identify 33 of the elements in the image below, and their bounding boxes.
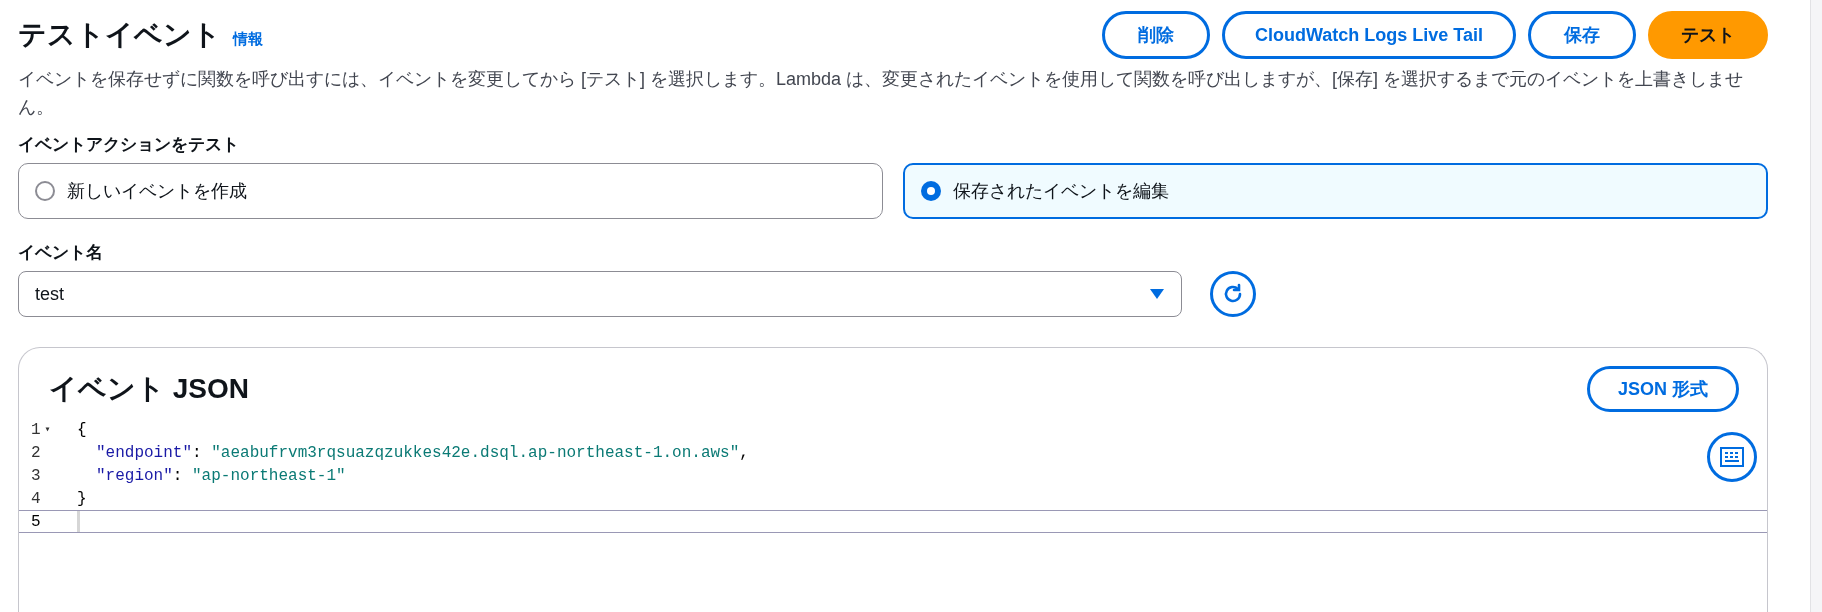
action-button[interactable]: 保存: [1528, 11, 1636, 59]
page-title: テストイベント: [18, 18, 221, 52]
radio-tile[interactable]: 保存されたイベントを編集: [903, 163, 1768, 219]
fold-toggle[interactable]: ▾: [44, 422, 51, 437]
code-line: "endpoint": "aeabufrvm3rqsuazqzukkes42e.dsql.ap-northeast-1.on.aws",: [95, 442, 749, 464]
editor-title: イベント JSON: [49, 372, 250, 406]
event-action-label: イベントアクションをテスト: [18, 134, 239, 156]
format-button[interactable]: JSON 形式: [1586, 366, 1739, 412]
radio-tile[interactable]: 新しいイベントを作成: [18, 163, 883, 219]
radio-button[interactable]: [921, 181, 941, 201]
line-number: 3: [31, 465, 41, 487]
line-number: 2: [31, 442, 41, 464]
radio-label: 保存されたイベントを編集: [953, 179, 1169, 203]
event-name-select[interactable]: test: [18, 271, 1182, 317]
text-cursor: [77, 511, 80, 532]
radio-button[interactable]: [35, 181, 55, 201]
action-button[interactable]: CloudWatch Logs Live Tail: [1222, 11, 1516, 59]
code-line: }: [77, 488, 87, 510]
line-number: 1: [31, 419, 41, 441]
code-line: {: [77, 419, 87, 441]
description-text: イベントを保存せずに関数を呼び出すには、イベントを変更してから [テスト] を選択します。Lambda は、変更されたイベントを使用して関数を呼び出しますが、[保存] を選択するまで元のイベントを上書きしません。: [18, 68, 1745, 119]
code-line: "region": "ap-northeast-1": [95, 465, 346, 487]
line-number: 4: [31, 488, 41, 510]
keyboard-icon: [1720, 447, 1744, 467]
test-button[interactable]: テスト: [1648, 11, 1768, 59]
caret-icon: [1149, 288, 1165, 300]
radio-label: 新しいイベントを作成: [67, 179, 247, 203]
refresh-button[interactable]: [1210, 271, 1256, 317]
event-name-label: イベント名: [18, 242, 103, 264]
line-number: 5: [31, 511, 41, 533]
info-link[interactable]: 情報: [233, 28, 263, 51]
keyboard-button[interactable]: [1707, 432, 1757, 482]
action-button[interactable]: 削除: [1102, 11, 1210, 59]
